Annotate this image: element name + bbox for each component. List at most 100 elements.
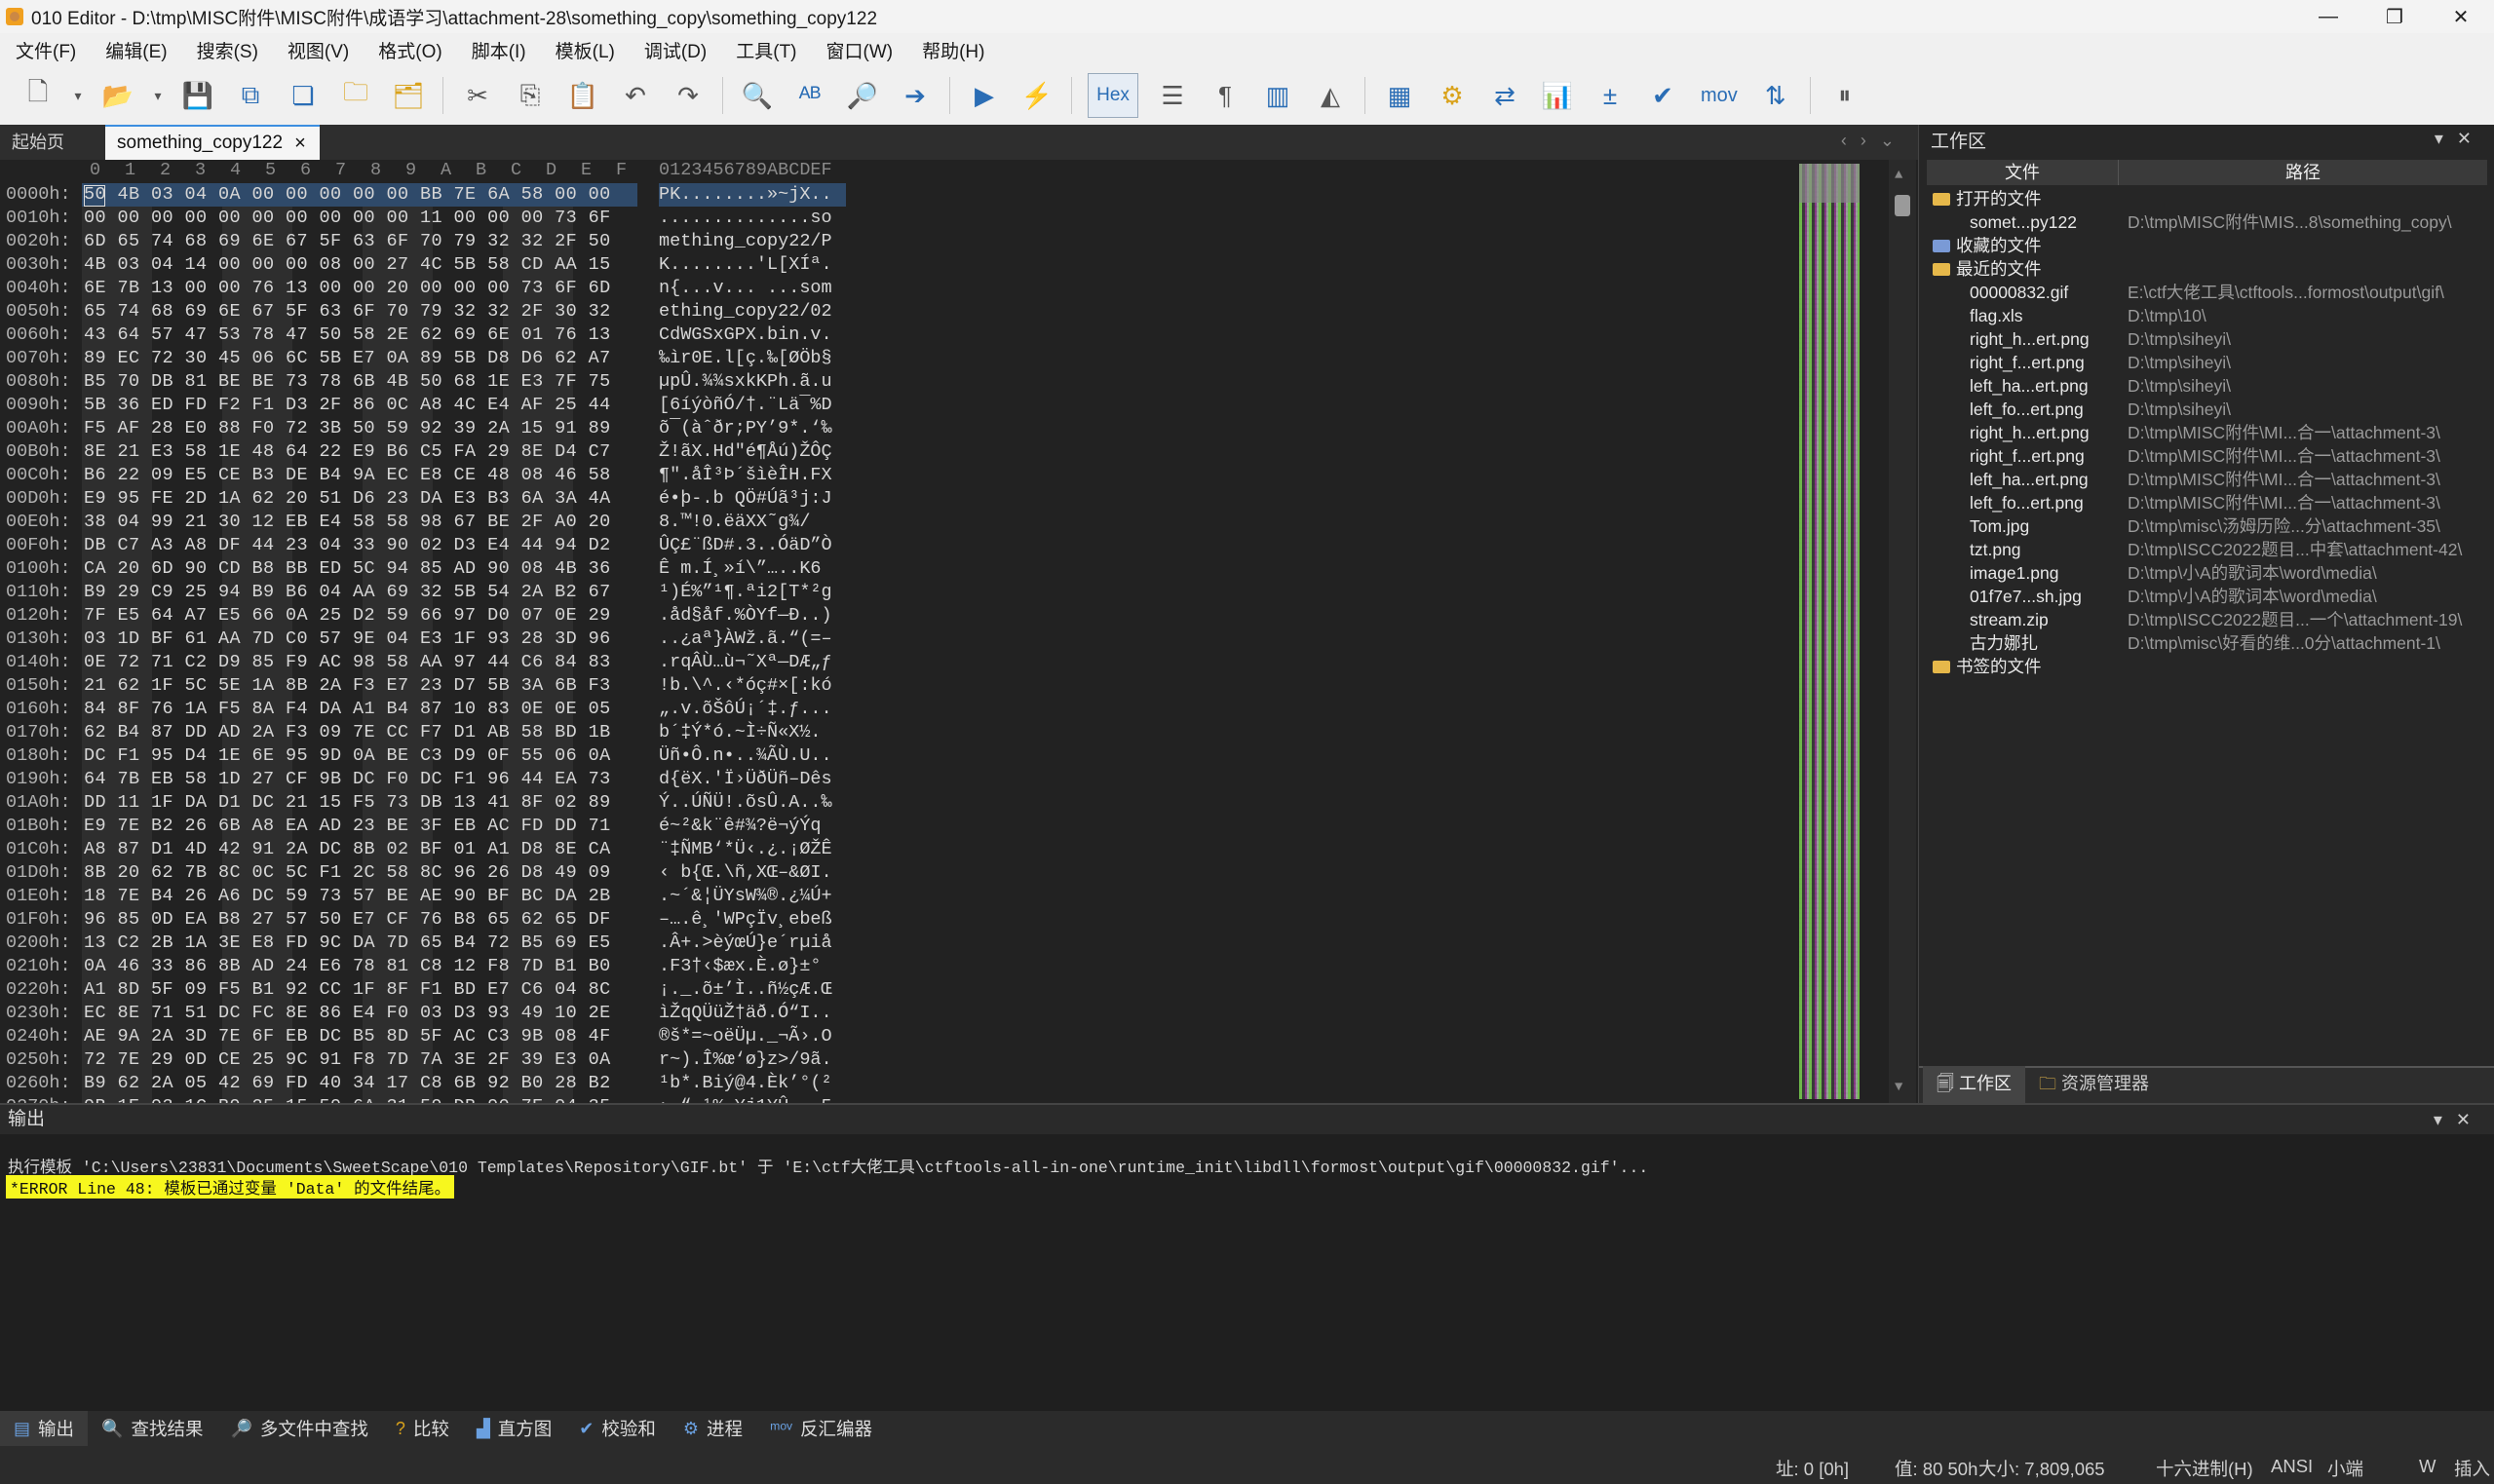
- row-ascii[interactable]: ¹)É%”¹¶.ªi2[T*²g: [659, 581, 832, 604]
- row-ascii[interactable]: ..¿aª}ÀWž.ã.“(=–: [659, 628, 832, 651]
- replace-icon[interactable]: ᴬᴮ: [790, 76, 829, 115]
- tab-process[interactable]: ⚙ 进程: [670, 1411, 756, 1446]
- row-ascii[interactable]: mething_copy22/P: [659, 230, 832, 253]
- row-ascii[interactable]: b´‡Ý­*ó.~Ì÷Ñ«X½.: [659, 721, 822, 744]
- row-hex-bytes[interactable]: 0E 72 71 C2 D9 85 F9 AC 98 58 AA 97 44 C…: [84, 651, 611, 674]
- row-ascii[interactable]: ething_copy22/02: [659, 300, 832, 323]
- row-hex-bytes[interactable]: 72 7E 29 0D CE 25 9C 91 F8 7D 7A 3E 2F 3…: [84, 1048, 611, 1072]
- text-mode-icon[interactable]: ☰: [1153, 76, 1192, 115]
- dropdown-arrow-icon[interactable]: ▾: [71, 76, 85, 115]
- workspace-file[interactable]: tzt.png D:\tmp\ISCC2022题目...中套\attachment…: [1927, 538, 2487, 561]
- goto-icon[interactable]: ➔: [896, 76, 935, 115]
- workspace-file[interactable]: 古力娜扎 D:\tmp\misc\好看的维...0分\attachment-1\: [1927, 631, 2487, 655]
- row-ascii[interactable]: .åd§åf.%ÒYf—Ð..): [659, 604, 832, 628]
- byte-minimap[interactable]: [1799, 164, 1860, 1099]
- find-in-files-icon[interactable]: 🔎: [843, 76, 882, 115]
- tab-explorer[interactable]: 🗀 资源管理器: [2025, 1066, 2163, 1105]
- row-hex-bytes[interactable]: 00 00 00 00 00 00 00 00 00 00 11 00 00 0…: [84, 207, 611, 230]
- workspace-group[interactable]: 最近的文件: [1927, 257, 2487, 281]
- row-ascii[interactable]: .~´&¦ÜYsW¾®.¿¼Ú+: [659, 885, 832, 908]
- workspace-file[interactable]: left_ha...ert.png D:\tmp\MISC附件\MI...合一\a…: [1927, 468, 2487, 491]
- row-ascii[interactable]: µpÛ.¾¾sxkKPh.ã.u: [659, 370, 832, 394]
- row-ascii[interactable]: !b.\^.‹*óç#×[:kó: [659, 674, 832, 698]
- menu-debug[interactable]: 调试(D): [629, 37, 720, 63]
- minimap-viewport[interactable]: [1799, 164, 1860, 203]
- workspace-file[interactable]: stream.zip D:\tmp\ISCC2022题目...一个\attachm…: [1927, 608, 2487, 631]
- status-size[interactable]: 大小: 7,809,065: [1978, 1456, 2105, 1481]
- row-ascii[interactable]: .Â+.>èýœÚ}e´rµiå: [659, 932, 832, 955]
- row-ascii[interactable]: Üñ•Ô.n•..¾ÃÙ.U..: [659, 744, 832, 768]
- row-hex-bytes[interactable]: B9 29 C9 25 94 B9 B6 04 AA 69 32 5B 54 2…: [84, 581, 611, 604]
- tab-find-in-files[interactable]: 🔎 多文件中查找: [216, 1411, 381, 1446]
- row-hex-bytes[interactable]: 18 7E B4 26 A6 DC 59 73 57 BE AE 90 BF B…: [84, 885, 611, 908]
- row-hex-bytes[interactable]: 0A 46 33 86 8B AD 24 E6 78 81 C8 12 F8 7…: [84, 955, 611, 978]
- menu-view[interactable]: 视图(V): [272, 37, 363, 63]
- menu-file[interactable]: 文件(F): [0, 37, 90, 63]
- redo-icon[interactable]: ↷: [669, 76, 708, 115]
- workspace-file[interactable]: right_f...ert.png D:\tmp\MISC附件\MI...合一\a…: [1927, 444, 2487, 468]
- disassembler-button[interactable]: mov: [1701, 85, 1738, 107]
- row-ascii[interactable]: ¡._.õ±’Ì..ñ½çÆ.Œ: [659, 978, 832, 1002]
- operations-icon[interactable]: ±: [1591, 76, 1630, 115]
- row-ascii[interactable]: ‰ìr0E.l[ç.‰[ØÖb§: [659, 347, 832, 370]
- row-hex-bytes[interactable]: 38 04 99 21 30 12 EB E4 58 58 98 67 BE 2…: [84, 511, 611, 534]
- tab-find-results[interactable]: 🔍 查找结果: [88, 1411, 216, 1446]
- row-ascii[interactable]: ìŽqQÜüŽ†äð.Ó“I..: [659, 1002, 832, 1025]
- workspace-icon[interactable]: 🗂: [389, 76, 428, 115]
- workspace-group[interactable]: 打开的文件: [1927, 187, 2487, 210]
- row-hex-bytes[interactable]: 8B 20 62 7B 8C 0C 5C F1 2C 58 8C 96 26 D…: [84, 861, 611, 885]
- row-ascii[interactable]: CdWGSxGPX.bin.v.: [659, 323, 832, 347]
- row-hex-bytes[interactable]: 8E 21 E3 58 1E 48 64 22 E9 B6 C5 FA 29 8…: [84, 440, 611, 464]
- workspace-file[interactable]: Tom.jpg D:\tmp\misc\汤姆历险...分\attachment-3…: [1927, 514, 2487, 538]
- tab-workspace[interactable]: 🗐 工作区: [1923, 1066, 2025, 1105]
- row-ascii[interactable]: .rqÂÙ…ù¬˜Xª—DÆ„ƒ: [659, 651, 832, 674]
- checksum-icon[interactable]: ✔: [1643, 76, 1682, 115]
- workspace-file[interactable]: left_fo...ert.png D:\tmp\siheyi\: [1927, 398, 2487, 421]
- row-ascii[interactable]: –….ê¸'WPçÏv¸ebeß: [659, 908, 832, 932]
- row-ascii[interactable]: ¹b*.Biý@4.Èk’°(²: [659, 1072, 832, 1095]
- row-hex-bytes[interactable]: 6D 65 74 68 69 6E 67 5F 63 6F 70 79 32 3…: [84, 230, 611, 253]
- row-ascii[interactable]: .F3†‹­$æx.È.ø}±°: [659, 955, 822, 978]
- minimize-button[interactable]: —: [2295, 0, 2361, 33]
- row-hex-bytes[interactable]: 03 1D BF 61 AA 7D C0 57 9E 04 E3 1F 93 2…: [84, 628, 611, 651]
- row-ascii[interactable]: ®š*=~oëÜµ._¬Ã›.O: [659, 1025, 832, 1048]
- workspace-group[interactable]: 收藏的文件: [1927, 234, 2487, 257]
- status-endian[interactable]: 小端: [2327, 1456, 2363, 1481]
- close-tab-icon[interactable]: ×: [294, 133, 306, 155]
- tab-something-copy122[interactable]: something_copy122 ×: [105, 125, 320, 160]
- row-hex-bytes[interactable]: 62 B4 87 DD AD 2A F3 09 7E CC F7 D1 AB 5…: [84, 721, 611, 744]
- workspace-file[interactable]: right_h...ert.png D:\tmp\siheyi\: [1927, 327, 2487, 351]
- run-template-icon[interactable]: ⚡: [1017, 76, 1056, 115]
- calculator-icon[interactable]: ▦: [1380, 76, 1419, 115]
- row-hex-bytes[interactable]: 84 8F 76 1A F5 8A F4 DA A1 B4 87 10 83 0…: [84, 698, 611, 721]
- row-ascii[interactable]: „.v.õŠôÚ¡´‡.ƒ...: [659, 698, 832, 721]
- hex-mode-button[interactable]: Hex: [1088, 73, 1138, 118]
- row-ascii[interactable]: n{...v... ...som: [659, 277, 832, 300]
- row-hex-bytes[interactable]: F5 AF 28 E0 88 F0 72 3B 50 59 92 39 2A 1…: [84, 417, 611, 440]
- row-hex-bytes[interactable]: 21 62 1F 5C 5E 1A 8B 2A F3 E7 23 D7 5B 3…: [84, 674, 611, 698]
- save-as-icon[interactable]: ⧉: [231, 76, 270, 115]
- columns-icon[interactable]: ▥: [1258, 76, 1297, 115]
- row-hex-bytes[interactable]: B9 62 2A 05 42 69 FD 40 34 17 C8 6B 92 B…: [84, 1072, 611, 1095]
- workspace-file[interactable]: left_fo...ert.png D:\tmp\MISC附件\MI...合一\a…: [1927, 491, 2487, 514]
- menu-script[interactable]: 脚本(I): [456, 37, 540, 63]
- compare-icon[interactable]: ⇄: [1485, 76, 1524, 115]
- scroll-down-icon[interactable]: ▼: [1895, 1080, 1902, 1095]
- row-ascii[interactable]: PK........»~jX..: [659, 183, 832, 207]
- status-encoding[interactable]: ANSI: [2271, 1456, 2313, 1477]
- row-hex-bytes[interactable]: A1 8D 5F 09 F5 B1 92 CC 1F 8F F1 BD E7 C…: [84, 978, 611, 1002]
- workspace-file[interactable]: right_f...ert.png D:\tmp\siheyi\: [1927, 351, 2487, 374]
- row-hex-bytes[interactable]: DB C7 A3 A8 DF 44 23 04 33 90 02 D3 E4 4…: [84, 534, 611, 557]
- row-hex-bytes[interactable]: B5 70 DB 81 BE BE 73 78 6B 4B 50 68 1E E…: [84, 370, 611, 394]
- row-hex-bytes[interactable]: 6E 7B 13 00 00 76 13 00 00 20 00 00 00 7…: [84, 277, 611, 300]
- histogram-icon[interactable]: 📊: [1538, 76, 1577, 115]
- menu-search[interactable]: 搜索(S): [181, 37, 272, 63]
- workspace-file[interactable]: flag.xls D:\tmp\10\: [1927, 304, 2487, 327]
- pilcrow-icon[interactable]: ¶: [1206, 76, 1245, 115]
- vertical-scrollbar[interactable]: ▲ ▼: [1889, 160, 1916, 1103]
- workspace-file[interactable]: image1.png D:\tmp\小A的歌词本\word\media\: [1927, 561, 2487, 585]
- close-window-button[interactable]: ✕: [2428, 0, 2494, 33]
- row-hex-bytes[interactable]: 43 64 57 47 53 78 47 50 58 2E 62 69 6E 0…: [84, 323, 611, 347]
- panel-controls[interactable]: ▾✕: [2435, 129, 2485, 149]
- menu-format[interactable]: 格式(O): [363, 37, 455, 63]
